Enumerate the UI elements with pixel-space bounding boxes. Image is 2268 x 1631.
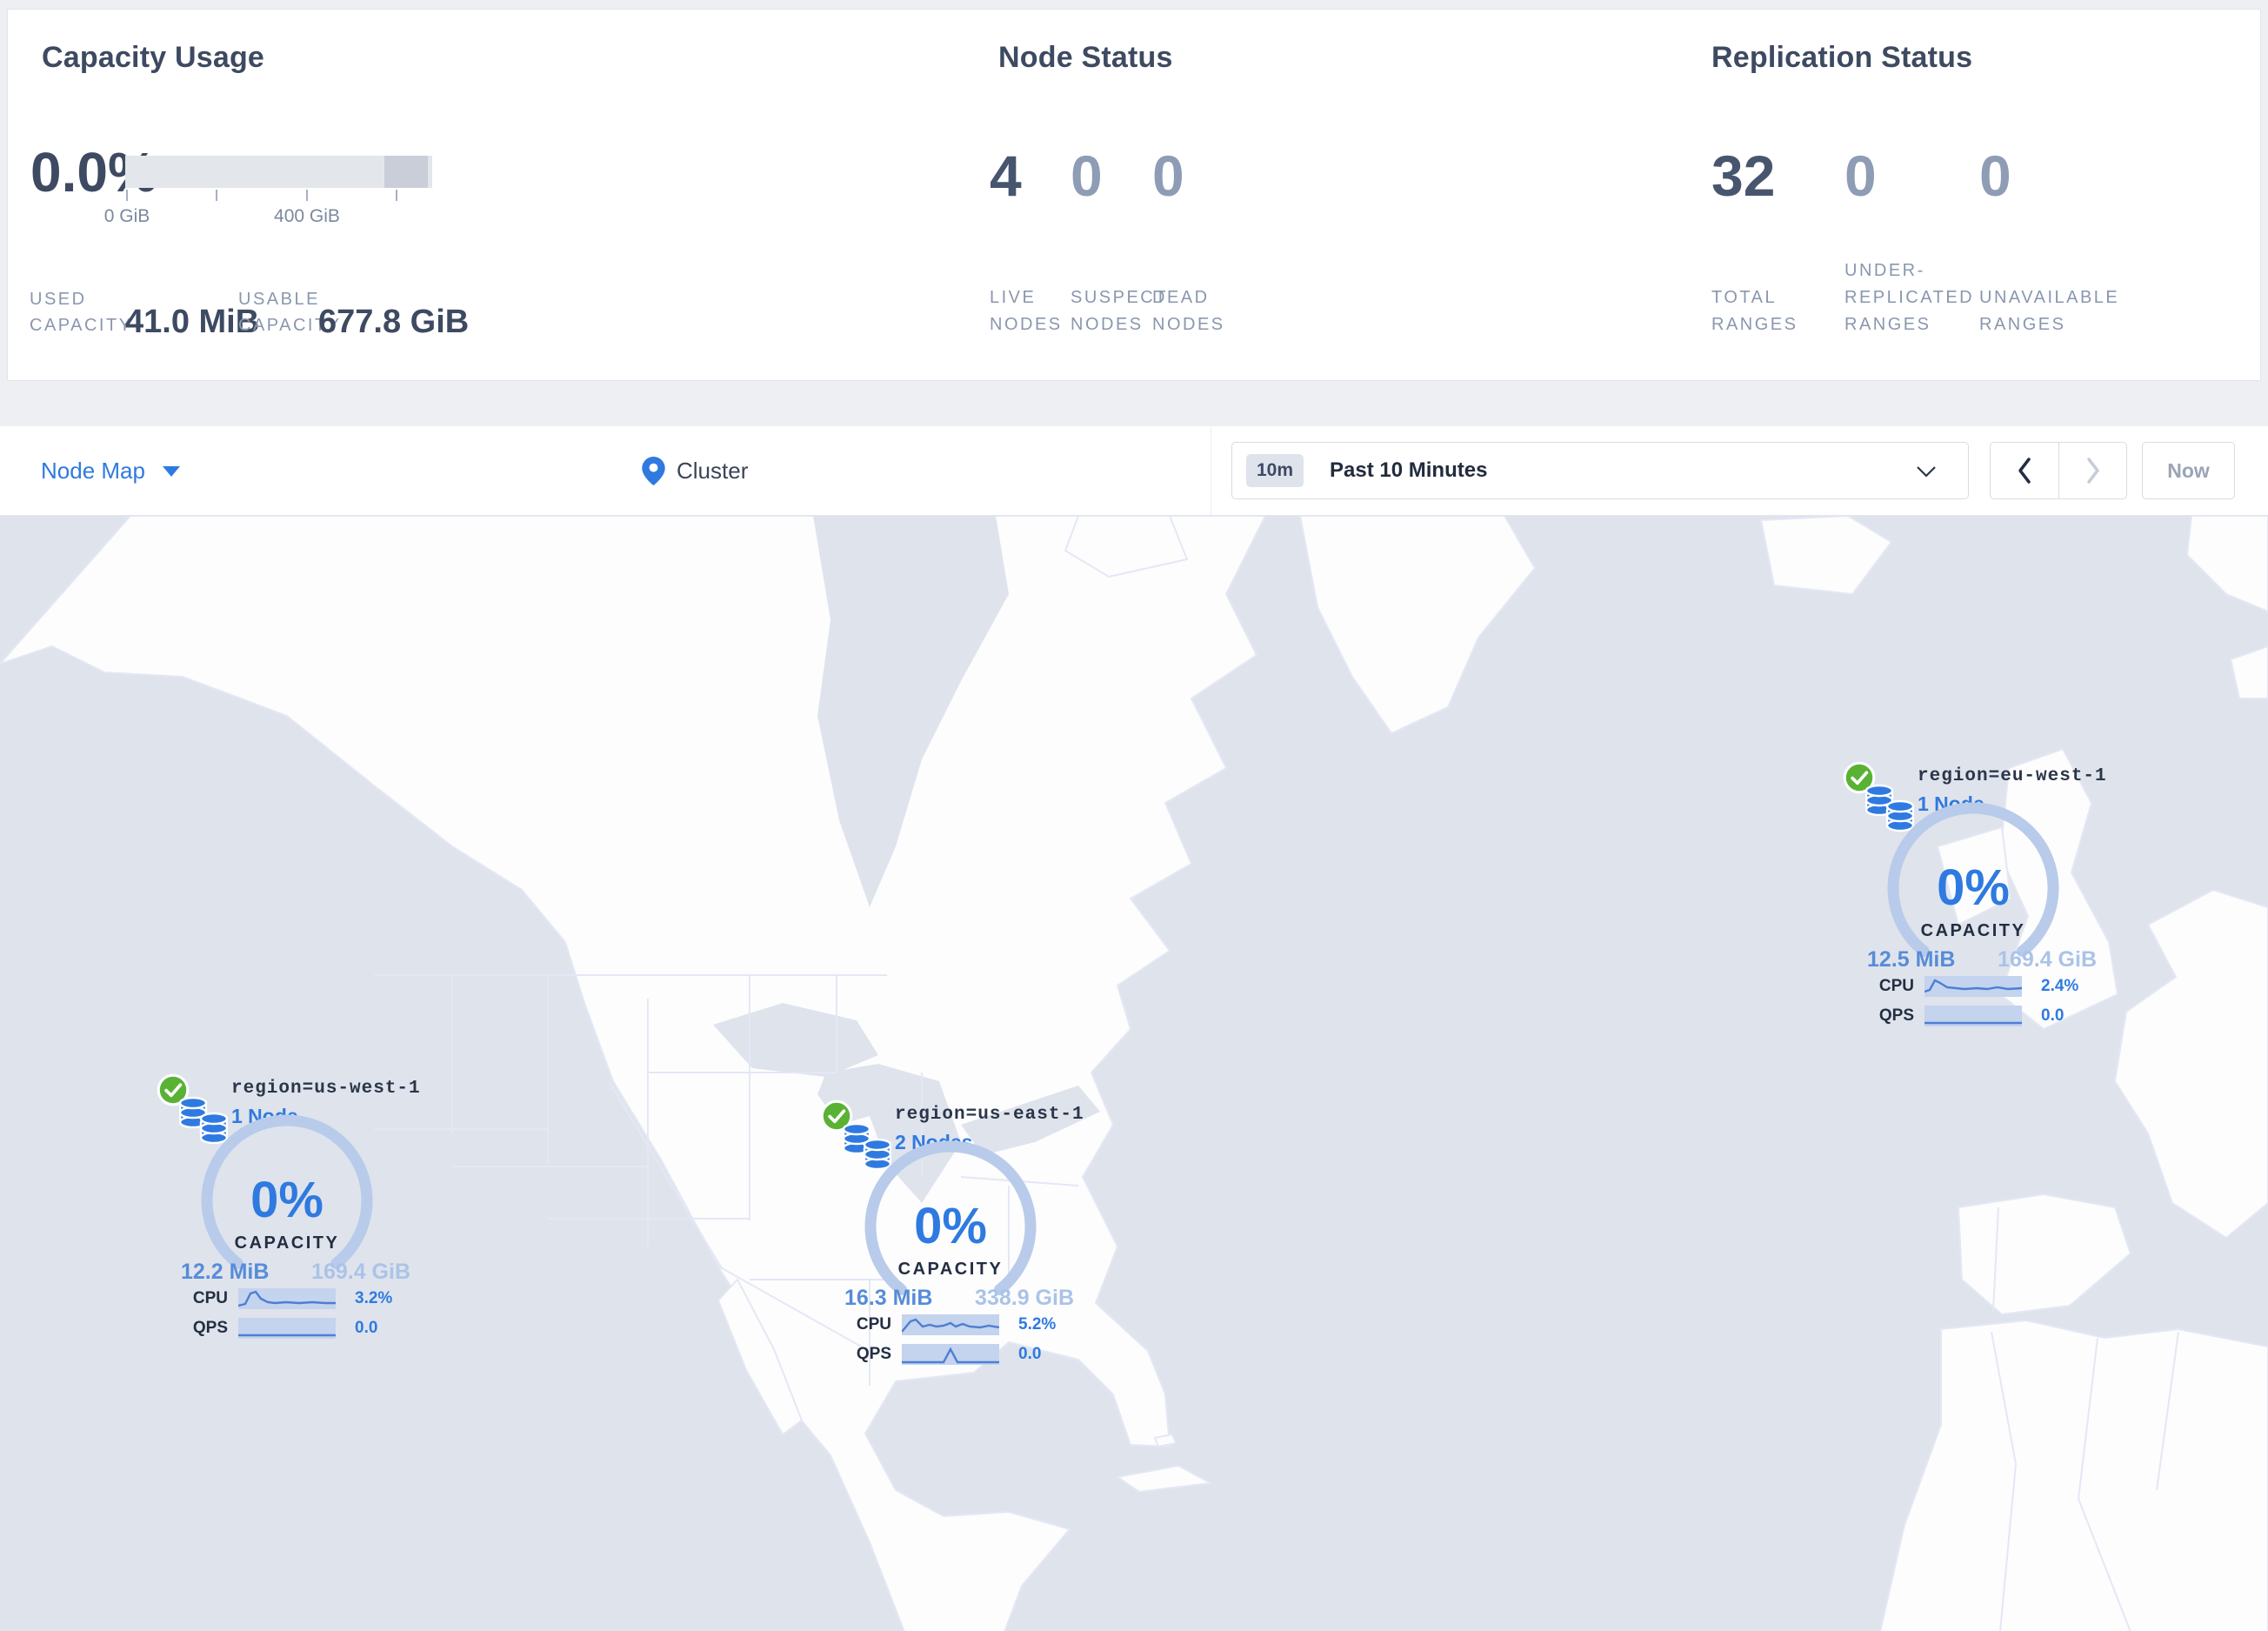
- under-replicated-ranges-label: UNDER-REPLICATED RANGES: [1844, 261, 1975, 334]
- region-marker-eu-west-1[interactable]: region=eu-west-1 1 Node 0% CAPACITY 12.5…: [1834, 758, 2112, 1045]
- qps-label: QPS: [856, 1345, 891, 1363]
- region-used-capacity: 12.5 MiB: [1867, 947, 1956, 972]
- capacity-bar: [125, 156, 432, 188]
- dead-nodes-value: 0: [1152, 144, 1184, 208]
- time-forward-button[interactable]: [2058, 443, 2126, 498]
- capacity-bar-segment: [384, 156, 428, 188]
- map-toolbar: Node Map Cluster 10m Past 10 Minutes Now: [0, 426, 2268, 516]
- replication-status-title: Replication Status: [1711, 41, 1973, 74]
- time-range-label: Past 10 Minutes: [1330, 458, 1488, 482]
- suspect-nodes-label: SUSPECT NODES: [1071, 288, 1168, 334]
- now-button[interactable]: Now: [2142, 442, 2235, 499]
- qps-sparkline: [902, 1344, 999, 1365]
- live-nodes-value: 4: [990, 144, 1022, 208]
- capacity-usage-title: Capacity Usage: [42, 41, 265, 74]
- region-capacity-percent: 0%: [914, 1198, 987, 1254]
- region-capacity-label: CAPACITY: [234, 1233, 340, 1253]
- view-selector-label: Node Map: [41, 458, 145, 484]
- region-name: region=us-west-1: [231, 1079, 421, 1099]
- time-range-select[interactable]: 10m Past 10 Minutes: [1231, 442, 1969, 499]
- qps-value: 0.0: [2041, 1006, 2065, 1025]
- capacity-tick: [306, 190, 308, 201]
- capacity-tick: [216, 190, 217, 201]
- region-capacity-label: CAPACITY: [897, 1260, 1004, 1279]
- region-name: region=us-east-1: [895, 1105, 1084, 1125]
- region-total-capacity: 169.4 GiB: [311, 1260, 410, 1284]
- usable-capacity-value: 677.8 GiB: [318, 304, 470, 340]
- unavailable-ranges-value: 0: [1979, 144, 2011, 208]
- region-capacity-percent: 0%: [1937, 859, 2010, 916]
- unavailable-ranges-label: UNAVAILABLE RANGES: [1979, 288, 2120, 334]
- time-back-button[interactable]: [1991, 443, 2058, 498]
- capacity-tick-label-400: 400 GiB: [274, 206, 340, 226]
- region-marker-us-east-1[interactable]: region=us-east-1 2 Nodes 0% CAPACITY 16.…: [811, 1096, 1090, 1383]
- total-ranges-label: TOTAL RANGES: [1711, 288, 1798, 334]
- location-pin-icon: [642, 457, 665, 485]
- total-ranges-value: 32: [1711, 144, 1776, 208]
- qps-sparkline: [1924, 1006, 2022, 1026]
- region-cpu-metric: CPU 2.4%: [1860, 975, 2078, 998]
- cpu-sparkline: [902, 1314, 999, 1335]
- chevron-right-icon: [2086, 458, 2099, 484]
- qps-value: 0.0: [1018, 1345, 1042, 1363]
- capacity-tick: [126, 190, 128, 201]
- cpu-sparkline: [238, 1288, 336, 1309]
- region-marker-us-west-1[interactable]: region=us-west-1 1 Node 0% CAPACITY 12.2…: [148, 1070, 426, 1357]
- capacity-tick: [396, 190, 397, 201]
- cpu-value: 3.2%: [355, 1289, 393, 1307]
- region-total-capacity: 169.4 GiB: [1998, 947, 2097, 972]
- region-name: region=eu-west-1: [1918, 766, 2107, 786]
- qps-value: 0.0: [355, 1319, 378, 1337]
- region-capacity-label: CAPACITY: [1920, 921, 2026, 940]
- region-cpu-metric: CPU 5.2%: [837, 1313, 1056, 1336]
- chevron-down-icon: [1917, 466, 1936, 478]
- region-qps-metric: QPS 0.0: [1860, 1005, 2064, 1027]
- node-status-title: Node Status: [998, 41, 1173, 74]
- chevron-left-icon: [2018, 458, 2031, 484]
- cpu-label: CPU: [1878, 977, 1914, 995]
- breadcrumb[interactable]: Cluster: [642, 426, 748, 516]
- dead-nodes-label: DEAD NODES: [1152, 288, 1225, 334]
- live-nodes-label: LIVE NODES: [990, 288, 1063, 334]
- under-replicated-ranges-value: 0: [1844, 144, 1877, 208]
- region-capacity-percent: 0%: [250, 1172, 324, 1228]
- breadcrumb-label: Cluster: [677, 458, 749, 484]
- view-selector-dropdown[interactable]: Node Map: [41, 426, 180, 516]
- suspect-nodes-value: 0: [1071, 144, 1103, 208]
- cluster-summary-panel: Capacity Usage 0.0% 0 GiB 400 GiB USED C…: [7, 9, 2261, 381]
- time-range-badge: 10m: [1246, 454, 1304, 487]
- qps-label: QPS: [1878, 1006, 1914, 1025]
- cpu-value: 5.2%: [1018, 1315, 1057, 1334]
- used-capacity-label: USED CAPACITY: [30, 290, 133, 335]
- caret-down-icon: [162, 465, 180, 477]
- cpu-value: 2.4%: [2041, 977, 2079, 995]
- region-cpu-metric: CPU 3.2%: [174, 1287, 392, 1310]
- cpu-label: CPU: [856, 1315, 891, 1334]
- cpu-label: CPU: [192, 1289, 228, 1307]
- qps-sparkline: [238, 1318, 336, 1339]
- region-total-capacity: 338.9 GiB: [975, 1286, 1074, 1310]
- region-used-capacity: 12.2 MiB: [181, 1260, 270, 1284]
- capacity-tick-label-0: 0 GiB: [103, 206, 150, 226]
- region-used-capacity: 16.3 MiB: [844, 1286, 933, 1310]
- time-nav-group: [1990, 442, 2127, 499]
- region-qps-metric: QPS 0.0: [174, 1317, 377, 1340]
- region-qps-metric: QPS 0.0: [837, 1343, 1041, 1366]
- qps-label: QPS: [192, 1319, 228, 1337]
- cpu-sparkline: [1924, 976, 2022, 997]
